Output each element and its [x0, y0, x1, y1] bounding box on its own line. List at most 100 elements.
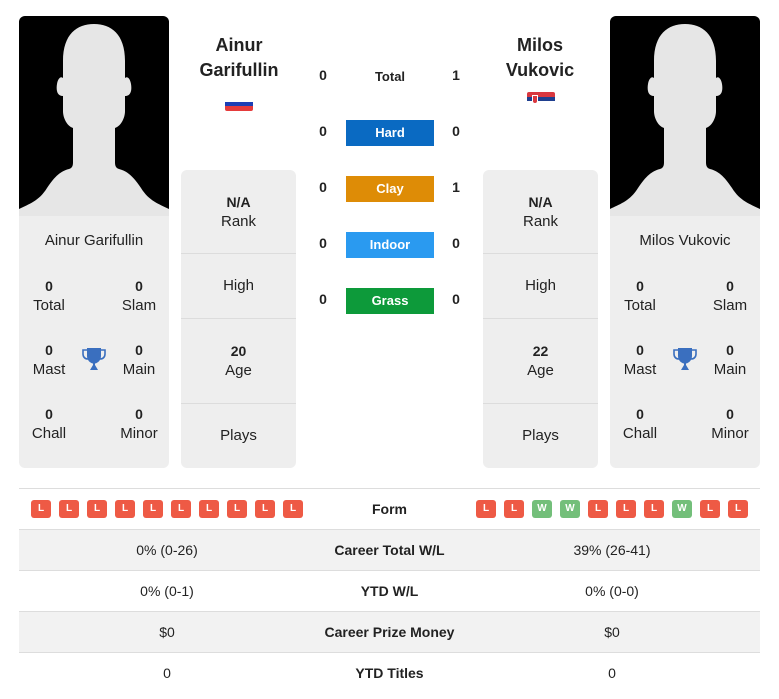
form-badge-loss[interactable]: L: [143, 500, 163, 518]
right-info-column: N/A Rank High 22 Age Plays: [483, 170, 598, 468]
form-badge-win[interactable]: W: [532, 500, 552, 518]
h2h-total-left: 0: [319, 67, 327, 83]
surface-clay-button[interactable]: Clay: [346, 176, 434, 202]
left-titles-slam: 0 Slam: [109, 276, 169, 316]
right-value: 39% (26-41): [573, 542, 651, 558]
left-player-heading[interactable]: Ainur Garifullin: [174, 33, 304, 83]
trophy-icon: [672, 346, 698, 372]
right-player-heading[interactable]: Milos Vukovic: [475, 33, 605, 83]
row-label: Career Total W/L: [334, 542, 445, 558]
trophy-icon: [81, 346, 107, 372]
h2h-indoor-right: 0: [452, 235, 460, 251]
info-value: 20: [230, 343, 247, 359]
form-badge-loss[interactable]: L: [476, 500, 496, 518]
h2h-grass-left: 0: [319, 291, 327, 307]
player-silhouette-icon: [19, 16, 169, 216]
form-badge-loss[interactable]: L: [227, 500, 247, 518]
form-badge-loss[interactable]: L: [255, 500, 275, 518]
surface-hard-button[interactable]: Hard: [346, 120, 434, 146]
form-badge-loss[interactable]: L: [115, 500, 135, 518]
stat-value: 0: [636, 278, 644, 294]
right-value: $0: [604, 624, 620, 640]
form-badge-loss[interactable]: L: [31, 500, 51, 518]
h2h-hard-right: 0: [452, 123, 460, 139]
stat-label: Total: [624, 297, 656, 314]
left-age: 20 Age: [181, 319, 296, 404]
form-badge-loss[interactable]: L: [283, 500, 303, 518]
surface-grass-button[interactable]: Grass: [346, 288, 434, 314]
info-label: Rank: [522, 213, 559, 230]
info-label: High: [525, 277, 556, 294]
stat-label: Total: [33, 297, 65, 314]
right-titles-total: 0 Total: [610, 276, 670, 316]
info-label: Age: [225, 362, 252, 379]
form-badge-loss[interactable]: L: [199, 500, 219, 518]
form-badge-win[interactable]: W: [672, 500, 692, 518]
h2h-hard-left: 0: [319, 123, 327, 139]
right-high: High: [483, 254, 598, 319]
table-row: 0% (0-1) YTD W/L 0% (0-0): [19, 570, 760, 611]
right-titles-minor: 0 Minor: [700, 404, 760, 444]
stat-label: Minor: [120, 425, 158, 442]
stat-value: 0: [726, 278, 734, 294]
stat-label: Main: [122, 361, 156, 378]
form-badge-loss[interactable]: L: [644, 500, 664, 518]
left-value: $0: [159, 624, 175, 640]
stat-label: Slam: [712, 297, 748, 314]
h2h-grass-right: 0: [452, 291, 460, 307]
form-badge-loss[interactable]: L: [59, 500, 79, 518]
left-titles-minor: 0 Minor: [109, 404, 169, 444]
left-info-column: N/A Rank High 20 Age Plays: [181, 170, 296, 468]
left-titles-chall: 0 Chall: [19, 404, 79, 444]
left-player-card: Ainur Garifullin 0 Total 0 Slam 0 Mast 0…: [19, 16, 169, 468]
form-badge-loss[interactable]: L: [588, 500, 608, 518]
form-badge-loss[interactable]: L: [700, 500, 720, 518]
left-titles-total: 0 Total: [19, 276, 79, 316]
right-form-badges: LLWWLLLWLL: [476, 500, 748, 518]
left-value: 0% (0-1): [140, 583, 194, 599]
form-badge-loss[interactable]: L: [87, 500, 107, 518]
left-plays: Plays: [181, 404, 296, 468]
stat-value: 0: [636, 406, 644, 422]
form-label: Form: [372, 501, 407, 517]
surface-indoor-button[interactable]: Indoor: [346, 232, 434, 258]
info-value: 22: [532, 343, 549, 359]
right-titles-chall: 0 Chall: [610, 404, 670, 444]
left-form-badges: LLLLLLLLLL: [31, 500, 303, 518]
serbia-flag-icon: [527, 92, 555, 106]
h2h-clay-right: 1: [452, 179, 460, 195]
left-player-photo[interactable]: [19, 16, 169, 216]
left-value: 0: [163, 665, 171, 681]
stat-label: Mast: [32, 361, 66, 378]
right-titles-slam: 0 Slam: [700, 276, 760, 316]
name-line-2: Vukovic: [505, 60, 575, 80]
table-row: 0% (0-26) Career Total W/L 39% (26-41): [19, 529, 760, 570]
table-row: $0 Career Prize Money $0: [19, 611, 760, 652]
stat-value: 0: [135, 406, 143, 422]
right-player-name: Milos Vukovic: [639, 232, 731, 249]
right-titles-main: 0 Main: [700, 340, 760, 380]
right-player-photo[interactable]: [610, 16, 760, 216]
left-rank: N/A Rank: [181, 170, 296, 254]
row-label: Career Prize Money: [324, 624, 455, 640]
form-badge-loss[interactable]: L: [616, 500, 636, 518]
stat-value: 0: [135, 278, 143, 294]
form-badge-loss[interactable]: L: [171, 500, 191, 518]
h2h-total-right: 1: [452, 67, 460, 83]
right-player-card: Milos Vukovic 0 Total 0 Slam 0 Mast 0 Ma…: [610, 16, 760, 468]
right-rank: N/A Rank: [483, 170, 598, 254]
right-value: 0: [608, 665, 616, 681]
form-badge-win[interactable]: W: [560, 500, 580, 518]
form-badge-loss[interactable]: L: [728, 500, 748, 518]
right-value: 0% (0-0): [585, 583, 639, 599]
info-label: Plays: [220, 427, 257, 444]
player-silhouette-icon: [610, 16, 760, 216]
info-value: N/A: [528, 194, 553, 210]
left-high: High: [181, 254, 296, 319]
h2h-total-label: Total: [374, 69, 406, 84]
form-badge-loss[interactable]: L: [504, 500, 524, 518]
stat-label: Slam: [121, 297, 157, 314]
name-line-1: Milos: [516, 35, 563, 55]
row-label: YTD W/L: [360, 583, 419, 599]
stat-value: 0: [135, 342, 143, 358]
